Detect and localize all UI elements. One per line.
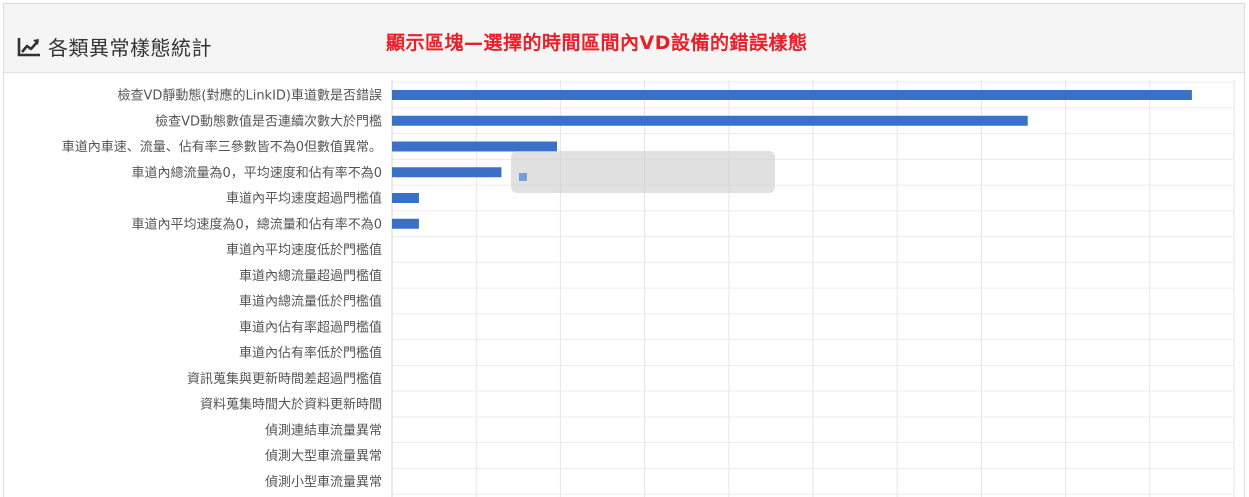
line-chart-icon: [17, 37, 40, 56]
category-label: 車道內平均速度為0，總流量和佔有率不為0: [131, 216, 382, 232]
category-label: 偵測小型車流量異常: [265, 475, 382, 490]
bar[interactable]: [392, 141, 558, 152]
panel-header: 各類異常樣態統計 顯示區塊—選擇的時間區間內VD設備的錯誤樣態: [4, 4, 1244, 73]
annotation-text: 顯示區塊—選擇的時間區間內VD設備的錯誤樣態: [386, 32, 808, 54]
category-label: 車道內平均速度超過門檻值: [226, 191, 382, 207]
chart-tooltip: [511, 151, 775, 193]
tooltip-series-row: [519, 173, 531, 181]
category-label: 資料蒐集時間大於資料更新時間: [200, 397, 382, 413]
category-label: 車道內佔有率低於門檻值: [239, 345, 382, 361]
panel-title-group: 各類異常樣態統計: [16, 32, 212, 61]
category-label: 車道內總流量低於門檻值: [239, 294, 382, 310]
category-label: 偵測連結車流量異常: [265, 423, 382, 438]
bar[interactable]: [392, 167, 502, 178]
bar[interactable]: [392, 115, 1028, 126]
bar[interactable]: [392, 193, 419, 203]
bar[interactable]: [392, 90, 1192, 100]
category-label: 偵測大型車流量異常: [265, 449, 382, 464]
category-label: 車道內總流量為0，平均速度和佔有率不為0: [131, 165, 382, 181]
category-label: 車道內總流量超過門檻值: [239, 268, 382, 284]
category-label: 檢查VD靜動態(對應的LinkID)車道數是否錯誤: [117, 88, 382, 104]
tooltip-series-swatch: [519, 173, 527, 181]
error-pattern-bar-chart: 檢查VD靜動態(對應的LinkID)車道數是否錯誤檢查VD動態數值是否連續次數大…: [62, 80, 1235, 497]
category-label: 車道內車速、流量、佔有率三參數皆不為0但數值異常。: [62, 139, 382, 155]
category-label: 檢查VD動態數值是否連續次數大於門檻: [155, 113, 382, 129]
panel-title: 各類異常樣態統計: [48, 36, 212, 60]
category-label: 車道內佔有率超過門檻值: [239, 319, 382, 335]
bar[interactable]: [392, 218, 419, 229]
category-label: 車道內平均速度低於門檻值: [226, 242, 382, 258]
category-label: 資訊蒐集與更新時間差超過門檻值: [187, 371, 382, 387]
